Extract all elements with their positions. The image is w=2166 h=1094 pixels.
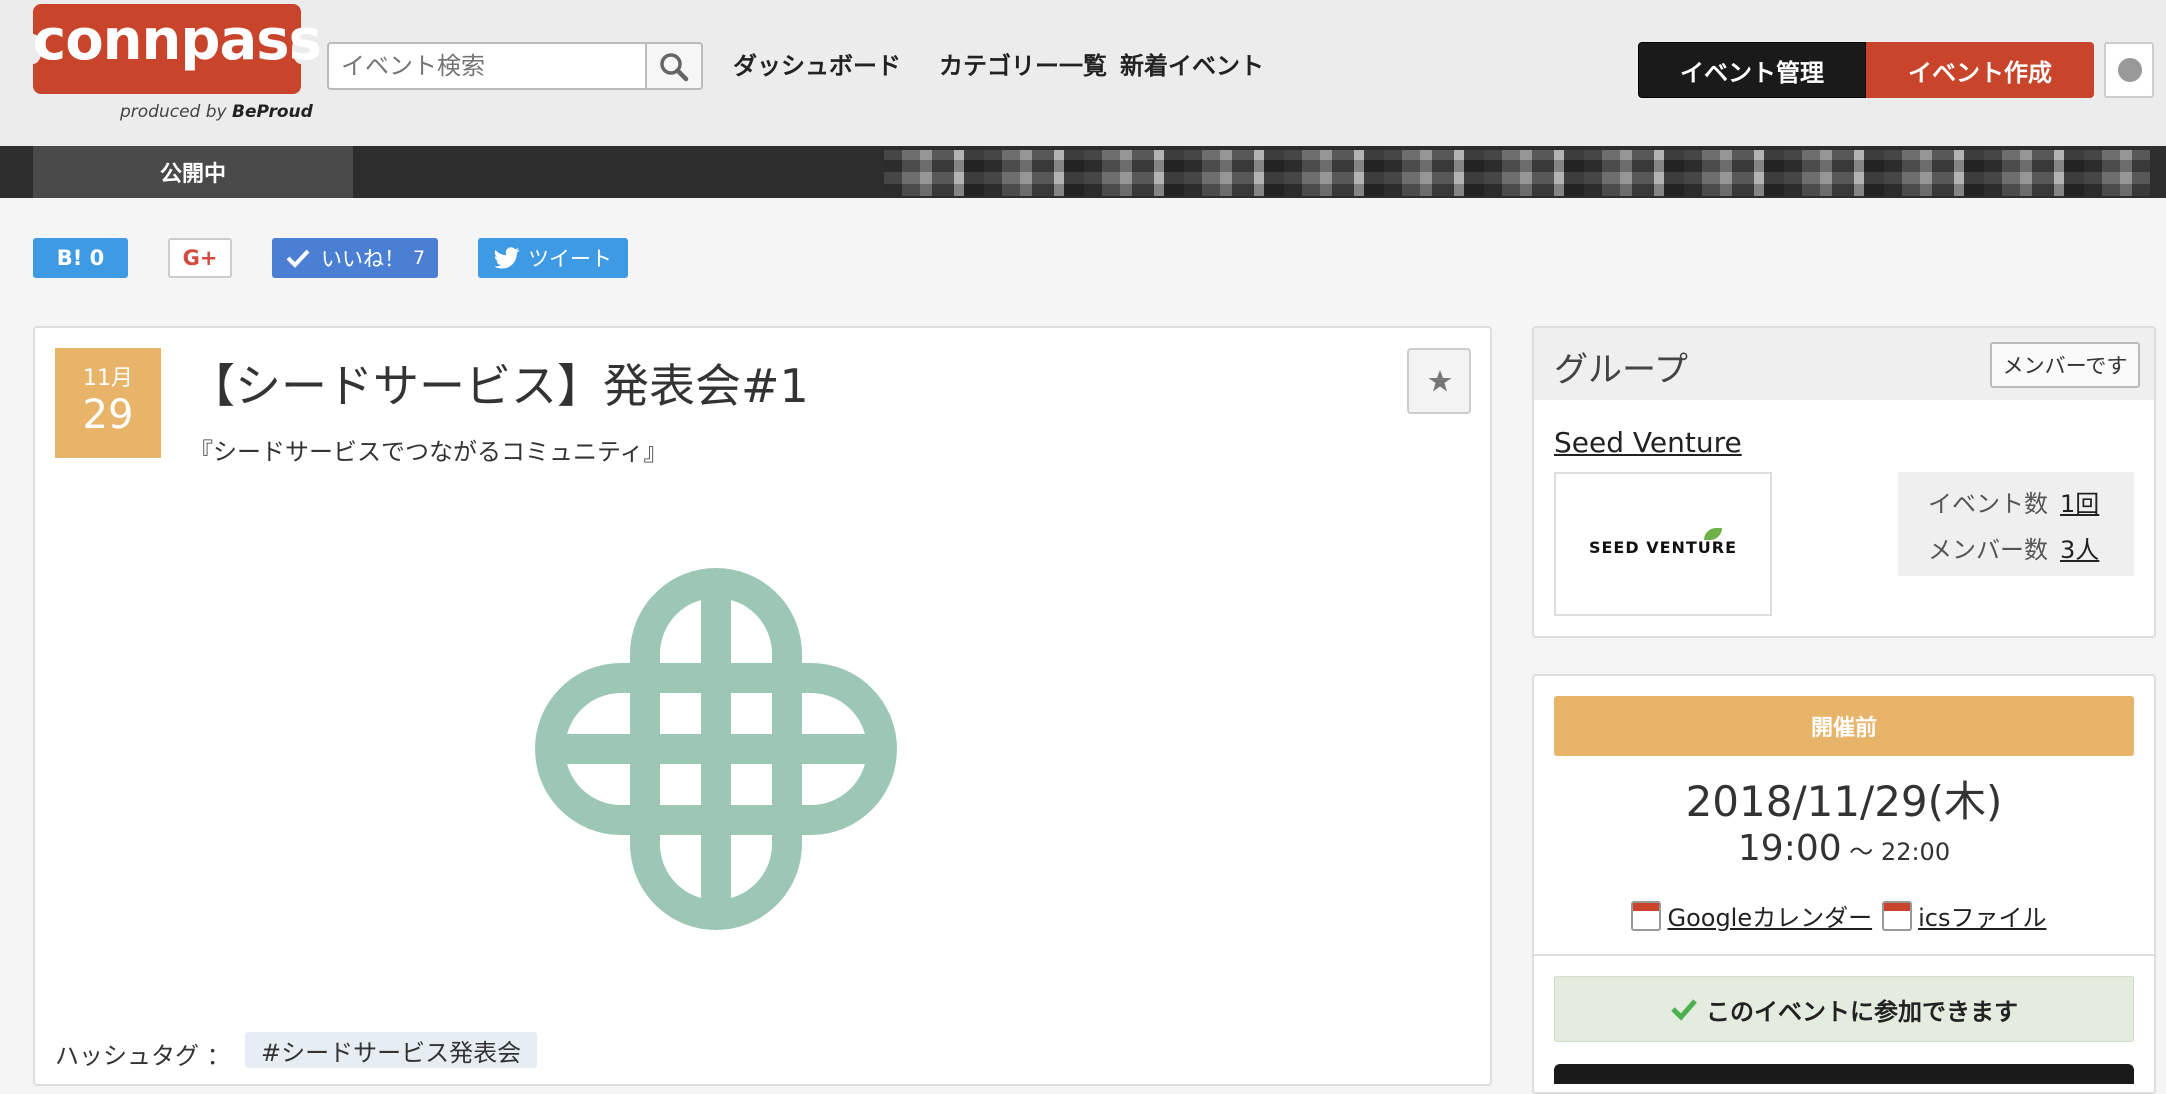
divider [1534, 954, 2154, 956]
calendar-links: Googleカレンダー icsファイル [1534, 898, 2154, 933]
event-status-bar: 公開中 [0, 146, 2166, 198]
group-header: グループ メンバーです [1534, 328, 2154, 400]
join-button[interactable] [1554, 1064, 2134, 1084]
stat-events-link[interactable]: 1回 [2060, 490, 2099, 518]
search-icon [660, 53, 689, 82]
ics-file-icon [1882, 900, 1913, 931]
time-separator: ～ [1841, 838, 1881, 866]
avatar-icon [2118, 58, 2142, 82]
like-label: いいね！ [320, 247, 405, 271]
event-main-card: 11月 29 【シードサービス】発表会#1 『シードサービスでつながるコミュニテ… [33, 326, 1492, 1086]
google-calendar-icon [1631, 900, 1662, 931]
stat-members: メンバー数 3人 [1928, 530, 2099, 565]
nav-new-events[interactable]: 新着イベント [1120, 46, 1264, 81]
event-title: 【シードサービス】発表会#1 [189, 359, 809, 413]
join-text: このイベントに参加できます [1706, 997, 2018, 1026]
user-avatar[interactable] [2104, 42, 2154, 98]
search-input[interactable] [327, 42, 647, 90]
group-stats: イベント数 1回 メンバー数 3人 [1898, 472, 2134, 576]
start-time: 19:00 [1737, 828, 1842, 869]
hashtag-chip[interactable]: #シードサービス発表会 [245, 1032, 538, 1068]
nav-dashboard[interactable]: ダッシュボード [733, 46, 901, 81]
event-logo-image [535, 568, 897, 930]
hatena-bookmark-button[interactable]: B! 0 [33, 238, 128, 278]
stat-events-label: イベント数 [1928, 490, 2048, 518]
bookmark-button[interactable] [1407, 348, 1471, 414]
ics-file-link[interactable]: icsファイル [1918, 898, 2046, 933]
logo-text: connpass [33, 8, 322, 73]
date-day: 29 [82, 392, 134, 438]
checkmark-icon [1671, 999, 1697, 1021]
group-name-link[interactable]: Seed Venture [1554, 426, 1742, 459]
tweet-button[interactable]: ツイート [478, 238, 628, 278]
check-icon [286, 249, 310, 268]
nav-categories[interactable]: カテゴリー一覧 [939, 46, 1107, 81]
group-panel: グループ メンバーです Seed Venture SEED VENTURE イベ… [1532, 326, 2156, 638]
event-create-button[interactable]: イベント作成 [1866, 42, 2094, 98]
join-status-box: このイベントに参加できます [1554, 976, 2134, 1042]
stat-events: イベント数 1回 [1928, 484, 2099, 519]
tab-public[interactable]: 公開中 [33, 146, 353, 198]
end-time: 22:00 [1880, 838, 1951, 866]
date-month: 11月 [83, 366, 133, 391]
event-manage-button[interactable]: イベント管理 [1638, 42, 1866, 98]
google-calendar-link[interactable]: Googleカレンダー [1667, 898, 1872, 933]
top-header: connpass produced by BeProud ダッシュボード カテゴ… [0, 0, 2166, 146]
group-logo-text: SEED VENTURE [1588, 538, 1738, 557]
event-date: 2018/11/29(木) [1685, 777, 2003, 826]
member-status-button[interactable]: メンバーです [1990, 342, 2140, 388]
connpass-logo[interactable]: connpass [24, 4, 322, 94]
like-count: 7 [412, 247, 426, 269]
google-plus-button[interactable]: G+ [168, 238, 232, 278]
beproud-brand[interactable]: BeProud [232, 102, 313, 122]
like-button[interactable]: いいね！ 7 [272, 238, 438, 278]
event-subtitle: 『シードサービスでつながるコミュニティ』 [189, 438, 668, 466]
produced-by-text: produced by BeProud [120, 102, 313, 122]
search-button[interactable] [647, 42, 703, 90]
group-title: グループ [1554, 350, 1688, 390]
twitter-icon [494, 247, 520, 269]
group-logo[interactable]: SEED VENTURE [1554, 472, 1772, 616]
star-icon [1428, 370, 1452, 392]
schedule-panel: 開催前 2018/11/29(木) 19:00 ～ 22:00 Googleカレ… [1532, 674, 2156, 1094]
event-status-badge: 開催前 [1554, 696, 2134, 756]
event-date-badge: 11月 29 [55, 348, 161, 458]
stat-members-label: メンバー数 [1928, 536, 2048, 564]
tweet-label: ツイート [528, 247, 612, 271]
event-time: 19:00 ～ 22:00 [1534, 828, 2154, 869]
pixelated-content [884, 150, 2150, 196]
produced-by-label: produced by [120, 102, 227, 122]
hashtag-label: ハッシュタグ ： [55, 1042, 231, 1070]
stat-members-link[interactable]: 3人 [2060, 536, 2099, 564]
